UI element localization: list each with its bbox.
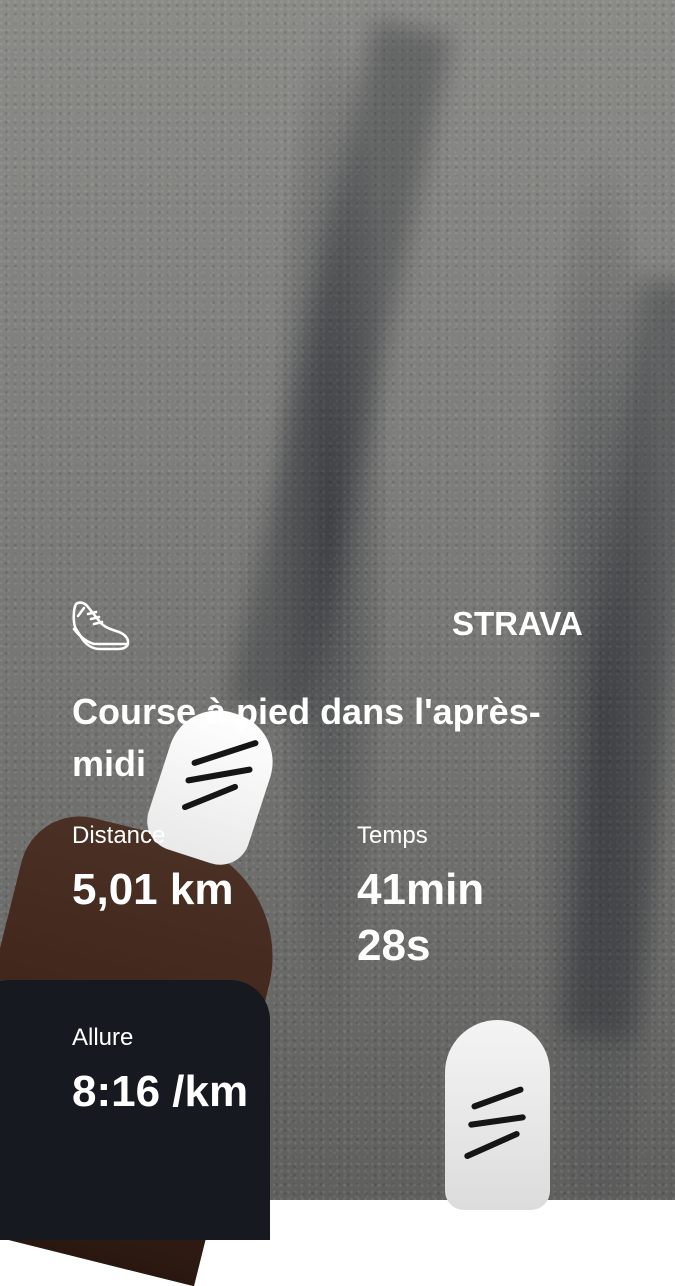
pace-label: Allure [72,1024,134,1051]
distance-value: 5,01 km [72,865,234,914]
activity-overlay: STRAVA Course à pied dans l'après-midi D… [0,0,675,1200]
time-label: Temps [357,822,428,849]
distance-label: Distance [72,822,166,849]
activity-title: Course à pied dans l'après-midi [72,691,541,784]
time-value-minutes: 41min [357,865,485,914]
pace-value: 8:16 /km [72,1067,249,1116]
time-value-seconds: 28s [357,921,431,970]
running-shoe-icon [70,598,132,654]
time-value: 41min 28s [357,862,607,974]
strava-logo: STRAVA [452,605,583,642]
